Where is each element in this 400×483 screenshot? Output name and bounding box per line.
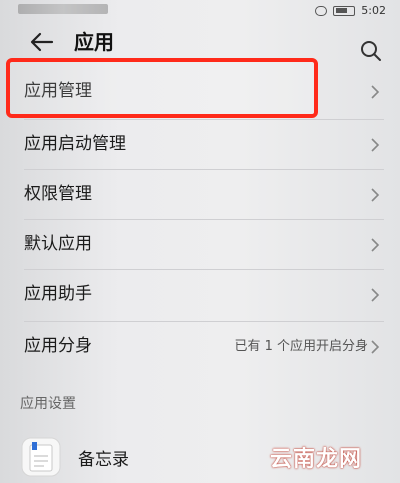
back-arrow-icon[interactable]: [28, 28, 56, 56]
memo-app-icon: [21, 437, 61, 477]
menu-item-permission-management[interactable]: 权限管理: [0, 169, 400, 219]
alarm-icon: [315, 5, 328, 16]
menu-item-label: 应用助手: [24, 284, 92, 304]
menu-item-default-apps[interactable]: 默认应用: [0, 219, 400, 269]
menu-item-label: 权限管理: [24, 184, 92, 204]
chevron-right-icon: [371, 188, 380, 202]
menu-item-label: 应用分身: [24, 336, 92, 356]
watermark: 云南龙网: [269, 447, 362, 472]
chevron-right-icon: [371, 288, 380, 302]
menu-item-label: 应用启动管理: [24, 134, 126, 154]
menu-item-label: 默认应用: [24, 234, 92, 254]
chevron-right-icon: [371, 138, 380, 152]
chevron-right-icon: [371, 340, 380, 354]
app-item-label: 备忘录: [78, 450, 129, 470]
search-icon[interactable]: [360, 40, 382, 62]
page-title: 应用: [74, 30, 114, 54]
status-time: 5:02: [361, 4, 386, 17]
battery-icon: [333, 5, 356, 16]
chevron-right-icon: [371, 238, 380, 252]
status-bar-notifications: [18, 4, 108, 14]
status-bar: 5:02: [0, 0, 400, 22]
app-twin-status: 已有 1 个应用开启分身: [234, 339, 368, 354]
section-title-app-settings: 应用设置: [20, 396, 76, 412]
chevron-right-icon: [371, 85, 380, 99]
menu-item-app-assistant[interactable]: 应用助手: [0, 269, 400, 319]
status-bar-right: 5:02: [315, 4, 386, 17]
menu-item-app-launch-management[interactable]: 应用启动管理: [0, 119, 400, 169]
highlight-box: [6, 58, 318, 118]
app-settings-screen: 5:02 应用 应用管理 应用启动管理 权限管理 默认应用 应用助手 应用分身 …: [0, 0, 400, 483]
menu-item-app-twin[interactable]: 应用分身 已有 1 个应用开启分身: [0, 321, 400, 371]
